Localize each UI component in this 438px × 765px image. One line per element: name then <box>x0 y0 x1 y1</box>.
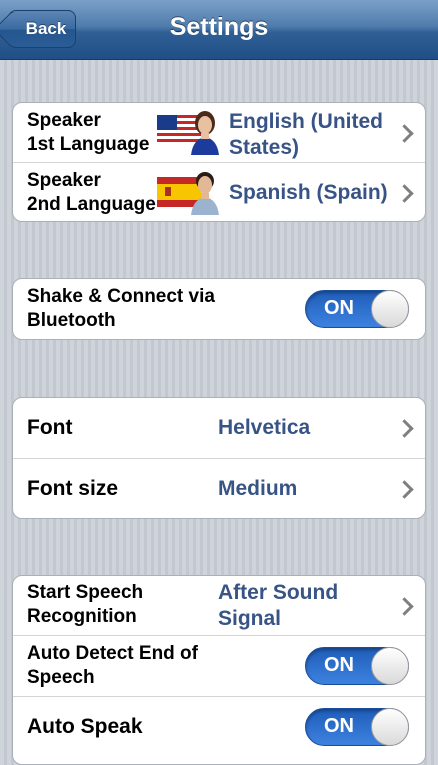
toggle-knob <box>371 647 409 685</box>
spain-flag-male-avatar-icon <box>157 169 221 215</box>
start-speech-recognition-value: After Sound Signal <box>218 580 338 632</box>
label-line: Shake & Connect via <box>27 286 215 307</box>
value-line: English (United <box>229 110 383 133</box>
toggle-state: ON <box>324 654 354 676</box>
label-line: 1st Language <box>27 134 150 155</box>
auto-detect-end-toggle[interactable]: ON <box>305 647 409 685</box>
chevron-right-icon <box>395 124 414 143</box>
value-line: Signal <box>218 607 282 630</box>
navigation-bar: Back Settings <box>0 0 438 60</box>
language-group: Speaker 1st Language English (United Sta… <box>12 102 426 222</box>
font-size-value: Medium <box>218 477 298 500</box>
us-flag-female-avatar-icon <box>157 109 221 155</box>
shake-connect-row: Shake & Connect via Bluetooth ON <box>13 279 425 339</box>
font-value: Helvetica <box>218 416 311 439</box>
shake-connect-label: Shake & Connect via Bluetooth <box>27 285 215 333</box>
spain-flag-icon <box>157 177 201 207</box>
font-row[interactable]: Font Helvetica <box>13 398 425 459</box>
toggle-knob <box>371 708 409 746</box>
auto-detect-end-label: Auto Detect End of Speech <box>27 642 198 690</box>
toggle-state: ON <box>324 715 354 737</box>
auto-detect-end-row: Auto Detect End of Speech ON <box>13 636 425 697</box>
speaker-second-language-row[interactable]: Speaker 2nd Language Spanish (Spain) <box>13 163 425 221</box>
chevron-right-icon <box>395 480 414 499</box>
chevron-right-icon <box>395 597 414 616</box>
toggle-state: ON <box>324 297 354 319</box>
speaker-second-language-value: Spanish (Spain) <box>229 181 388 204</box>
font-size-label: Font size <box>27 477 119 500</box>
speaker-first-language-row[interactable]: Speaker 1st Language English (United Sta… <box>13 103 425 163</box>
speaker-second-language-label: Speaker 2nd Language <box>27 169 156 217</box>
label-line: Auto Detect End of <box>27 643 198 664</box>
value-line: After Sound <box>218 581 339 604</box>
speaker-first-language-label: Speaker 1st Language <box>27 109 149 157</box>
shake-connect-toggle[interactable]: ON <box>305 290 409 328</box>
label-line: Speaker <box>27 170 101 191</box>
font-size-row[interactable]: Font size Medium <box>13 459 425 518</box>
bluetooth-group: Shake & Connect via Bluetooth ON <box>12 278 426 340</box>
font-label: Font <box>27 416 73 439</box>
auto-speak-label: Auto Speak <box>27 715 143 738</box>
start-speech-recognition-label: Start Speech Recognition <box>27 581 143 629</box>
toggle-knob <box>371 290 409 328</box>
label-line: Bluetooth <box>27 310 116 331</box>
auto-speak-toggle[interactable]: ON <box>305 708 409 746</box>
chevron-right-icon <box>395 184 414 203</box>
label-line: Speech <box>27 667 95 688</box>
start-speech-recognition-row[interactable]: Start Speech Recognition After Sound Sig… <box>13 576 425 636</box>
back-button-label: Back <box>25 19 67 38</box>
speech-group: Start Speech Recognition After Sound Sig… <box>12 575 426 765</box>
label-line: Start Speech <box>27 582 144 603</box>
font-group: Font Helvetica Font size Medium <box>12 397 426 519</box>
label-line: Recognition <box>27 606 137 627</box>
us-flag-icon <box>157 115 201 145</box>
label-line: 2nd Language <box>27 194 156 215</box>
speaker-first-language-value: English (United States) <box>229 109 383 161</box>
auto-speak-row: Auto Speak ON <box>13 697 425 764</box>
label-line: Speaker <box>27 110 101 131</box>
chevron-right-icon <box>395 419 414 438</box>
value-line: States) <box>229 136 300 159</box>
